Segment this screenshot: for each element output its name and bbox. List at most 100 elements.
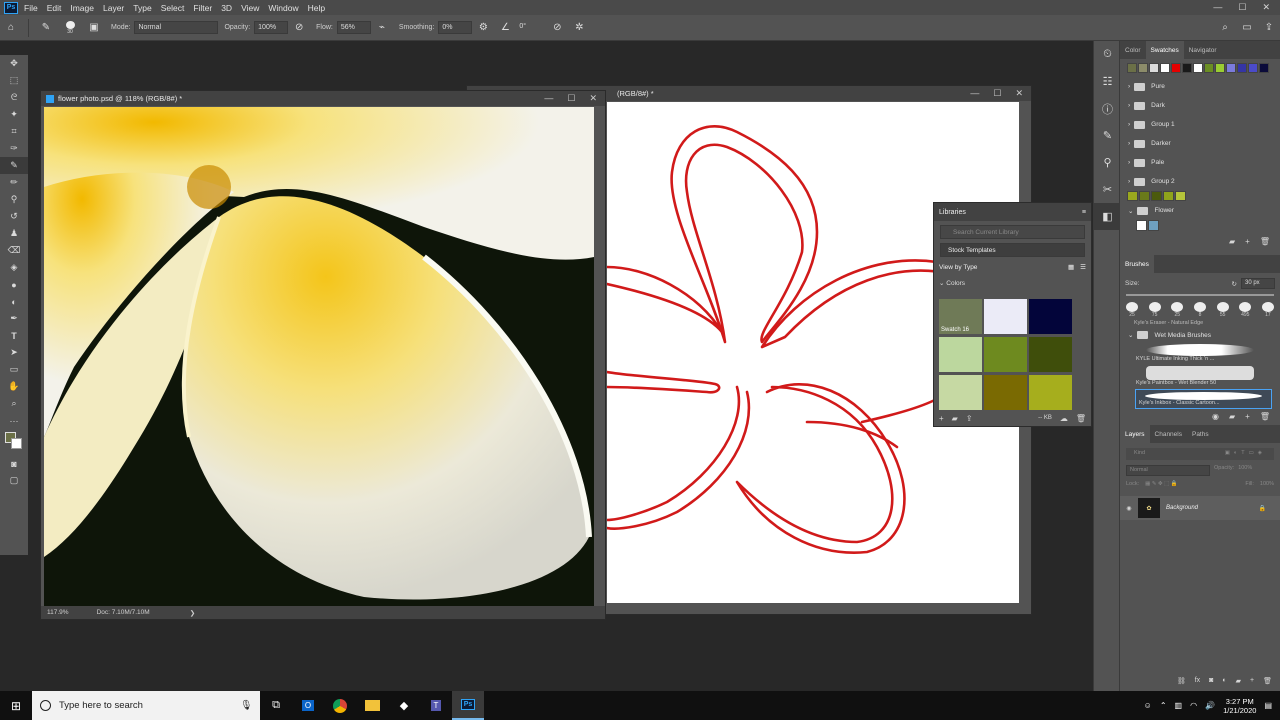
clone-stamp-tool-icon[interactable]: ⚲ <box>0 191 28 208</box>
color-picker-swatches[interactable] <box>0 429 28 455</box>
sketch-maximize-button[interactable]: ☐ <box>993 88 1001 99</box>
home-icon[interactable]: ⌂ <box>4 21 18 35</box>
library-swatch[interactable] <box>1029 375 1072 410</box>
swatch-chip[interactable] <box>1127 63 1137 73</box>
type-tool-icon[interactable]: T <box>0 327 28 344</box>
brush-tip[interactable]: 17 <box>1261 302 1274 318</box>
trash-icon[interactable]: 🗑 <box>1076 414 1086 423</box>
swatch-chip[interactable] <box>1148 220 1159 231</box>
menu-window[interactable]: Window <box>268 3 298 13</box>
notifications-icon[interactable]: ▤ <box>1264 701 1272 710</box>
brush-item[interactable]: Kyle's Paintbox - Wet Blender 50 <box>1120 364 1280 388</box>
tab-brushes[interactable]: Brushes <box>1120 255 1154 273</box>
outlook-icon[interactable]: O <box>292 691 324 720</box>
quick-select-tool-icon[interactable]: ✦ <box>0 106 28 123</box>
brush-tool-icon[interactable]: ✎ <box>0 157 28 174</box>
swatch-chip[interactable] <box>1139 191 1150 201</box>
swatch-chip[interactable] <box>1175 191 1186 201</box>
airbrush-icon[interactable]: ⌁ <box>375 21 389 35</box>
swatch-group[interactable]: › Pale <box>1120 153 1280 172</box>
menu-filter[interactable]: Filter <box>193 3 212 13</box>
library-swatch[interactable] <box>1029 299 1072 334</box>
prev-brush-name[interactable]: Kyle's Eraser - Natural Edge <box>1120 318 1280 328</box>
tab-color[interactable]: Color <box>1120 47 1146 54</box>
opacity-field[interactable]: 100% <box>254 21 289 34</box>
angle-icon[interactable]: ∠ <box>498 21 512 35</box>
swatch-chip[interactable] <box>1215 63 1225 73</box>
swatch-group[interactable]: › Darker <box>1120 134 1280 153</box>
fx-icon[interactable]: fx <box>1195 677 1200 685</box>
swatch-chip[interactable] <box>1193 63 1203 73</box>
list-view-icon[interactable]: ☰ <box>1080 263 1086 271</box>
gear-icon[interactable]: ⚙ <box>476 21 490 35</box>
chrome-icon[interactable] <box>324 691 356 720</box>
swatch-group[interactable]: › Group 1 <box>1120 115 1280 134</box>
zoom-level[interactable]: 117.9% <box>47 609 69 616</box>
menu-select[interactable]: Select <box>161 3 185 13</box>
menu-view[interactable]: View <box>241 3 259 13</box>
menu-type[interactable]: Type <box>133 3 151 13</box>
screen-mode-icon[interactable]: ▢ <box>0 472 28 489</box>
trash-icon[interactable]: 🗑 <box>1263 677 1272 685</box>
info-icon[interactable]: ⓘ <box>1094 95 1121 122</box>
trash-icon[interactable]: 🗑 <box>1260 412 1270 421</box>
app-maximize-button[interactable]: ☐ <box>1238 2 1246 13</box>
library-select[interactable]: Stock Templates <box>940 243 1085 257</box>
grid-view-icon[interactable]: ▦ <box>1068 263 1074 271</box>
photo-window-titlebar[interactable]: flower photo.psd @ 118% (RGB/8#) * — ☐ ✕ <box>41 91 605 106</box>
layer-filter-icons[interactable]: ▣◐T▭◈ <box>1225 450 1266 458</box>
network-icon[interactable]: ▥ <box>1175 701 1183 710</box>
folder-icon[interactable]: ▰ <box>952 414 958 423</box>
sketch-close-button[interactable]: ✕ <box>1015 88 1023 99</box>
task-view-icon[interactable]: ⧉ <box>260 691 292 720</box>
photo-minimize-button[interactable]: — <box>544 93 553 104</box>
library-swatch[interactable] <box>984 375 1027 410</box>
volume-icon[interactable]: 🔊 <box>1205 701 1215 710</box>
tab-channels[interactable]: Channels <box>1150 431 1187 438</box>
clone-source-icon[interactable]: ⚲ <box>1094 149 1121 176</box>
swatch-group[interactable]: › Pure <box>1120 77 1280 96</box>
brush-group[interactable]: ⌄ Wet Media Brushes <box>1120 328 1280 342</box>
swatch-chip[interactable] <box>1248 63 1258 73</box>
share-icon[interactable]: ⇪ <box>1262 21 1276 35</box>
file-explorer-icon[interactable] <box>356 691 388 720</box>
app-icon[interactable]: ◆ <box>388 691 420 720</box>
swatch-chip[interactable] <box>1138 63 1148 73</box>
shape-tool-icon[interactable]: ▭ <box>0 361 28 378</box>
swatch-chip[interactable] <box>1149 63 1159 73</box>
brush-item[interactable]: KYLE Ultimate Inking Thick 'n ... <box>1120 342 1280 364</box>
add-icon[interactable]: + <box>1245 237 1250 246</box>
quick-mask-icon[interactable]: ◙ <box>0 455 28 472</box>
angle-field[interactable]: 0° <box>516 21 546 34</box>
tab-layers[interactable]: Layers <box>1120 425 1150 443</box>
view-by-type-dropdown[interactable]: View by Type <box>939 264 977 271</box>
pressure-size-icon[interactable]: ⊘ <box>550 21 564 35</box>
swatch-chip[interactable] <box>1182 63 1192 73</box>
menu-edit[interactable]: Edit <box>47 3 62 13</box>
blend-mode-select[interactable]: Normal <box>1126 465 1210 476</box>
library-swatch[interactable] <box>939 375 982 410</box>
sketch-minimize-button[interactable]: — <box>970 88 979 99</box>
folder-icon[interactable]: ▰ <box>1229 412 1235 421</box>
library-swatch[interactable]: Swatch 16 <box>939 299 982 334</box>
background-color[interactable] <box>11 438 22 449</box>
hand-tool-icon[interactable]: ✋ <box>0 378 28 395</box>
library-search-input[interactable]: Search Current Library <box>940 225 1085 239</box>
swatch-chip[interactable] <box>1160 63 1170 73</box>
pressure-opacity-icon[interactable]: ⊘ <box>292 21 306 35</box>
brush-item-selected[interactable]: Kyle's Inkbox - Classic Cartoon... <box>1135 389 1272 409</box>
upload-icon[interactable]: ⇪ <box>966 414 973 423</box>
menu-image[interactable]: Image <box>70 3 94 13</box>
brush-tip[interactable]: 55 <box>1216 302 1229 318</box>
pencil-tool-icon[interactable]: ✏ <box>0 174 28 191</box>
dodge-tool-icon[interactable]: ◐ <box>0 293 28 310</box>
swatch-chip[interactable] <box>1136 220 1147 231</box>
windows-start-icon[interactable]: ⊞ <box>0 691 32 720</box>
brush-settings-icon[interactable]: ▣ <box>87 21 101 35</box>
taskbar-search[interactable]: Type here to search 🎙 <box>32 691 260 720</box>
cloud-icon[interactable]: ☁ <box>1060 414 1068 423</box>
swatch-chip[interactable] <box>1171 63 1181 73</box>
app-close-button[interactable]: ✕ <box>1262 2 1270 13</box>
panel-menu-icon[interactable]: ≡ <box>1082 209 1086 216</box>
layer-opacity-field[interactable]: 100% <box>1238 465 1252 476</box>
